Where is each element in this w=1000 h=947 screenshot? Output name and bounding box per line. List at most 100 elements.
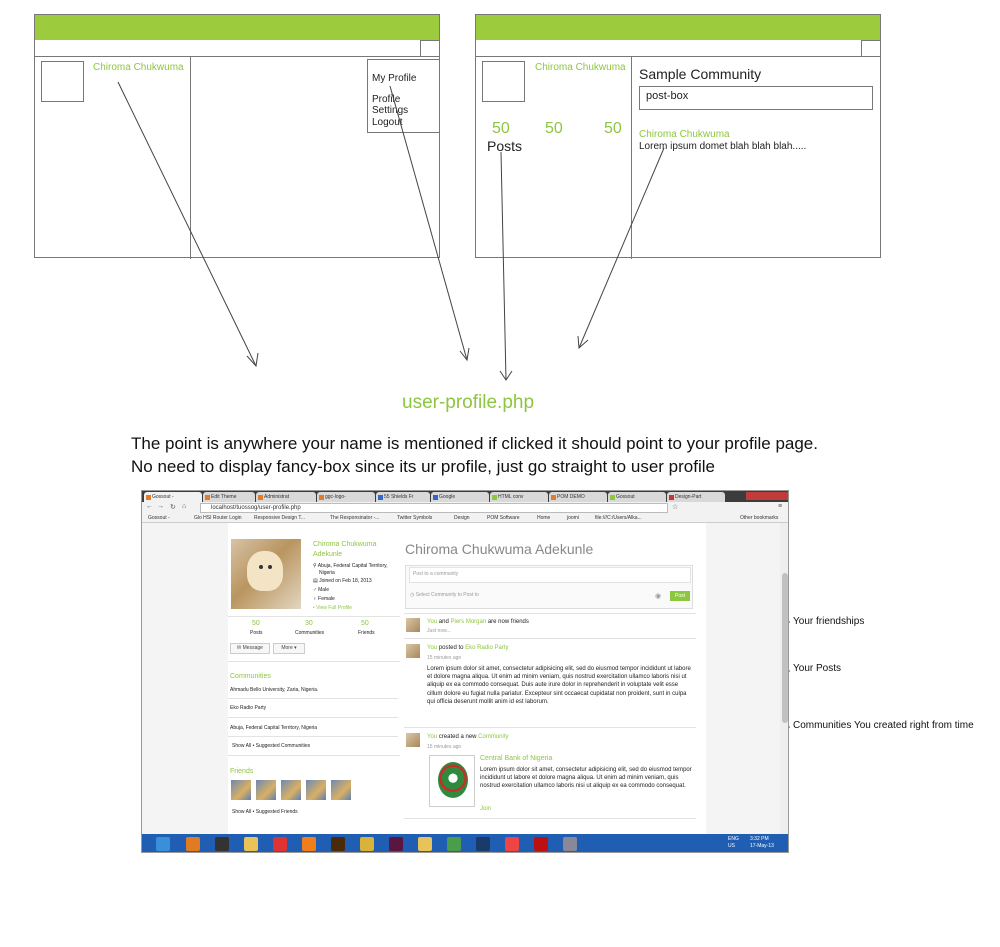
stat-communities-value[interactable]: 30	[305, 620, 313, 627]
friend-avatar[interactable]	[281, 780, 301, 800]
ie-icon[interactable]	[156, 837, 170, 851]
feed-avatar[interactable]	[406, 733, 420, 747]
network-icon[interactable]	[447, 837, 461, 851]
tab-edit-theme[interactable]: Edit Theme	[203, 492, 255, 502]
page-icon	[205, 495, 210, 500]
post-input[interactable]: Post to a community	[409, 567, 691, 583]
more-button[interactable]: More ▾	[273, 643, 305, 654]
you-link[interactable]: You	[427, 619, 437, 625]
bookmark-item[interactable]: The Responsinator -...	[330, 515, 379, 521]
scrollbar-thumb[interactable]	[782, 573, 788, 723]
bookmark-item[interactable]: Twitter Symbols	[397, 515, 432, 521]
bookmark-item[interactable]: POM Software	[487, 515, 520, 521]
bookmark-item[interactable]: Gossout -	[148, 515, 170, 521]
stat-posts-label[interactable]: Posts	[250, 630, 263, 636]
friends-links[interactable]: Show All • Suggested Friends	[232, 809, 298, 815]
label-posts: Your Posts	[793, 663, 841, 674]
community-logo[interactable]	[429, 755, 475, 807]
url-input[interactable]: localhost/tuossog/user-profile.php	[200, 503, 668, 513]
profile-name-line2[interactable]: Adekunle	[313, 551, 342, 558]
back-icon[interactable]: ←	[146, 503, 153, 510]
community-link[interactable]: Community	[478, 734, 508, 740]
join-link[interactable]: Join	[480, 806, 491, 812]
select-community-dropdown[interactable]: ◷ Select Community to Post to	[410, 592, 479, 598]
bookmark-item[interactable]: Glo HSI Router Login	[194, 515, 242, 521]
post-button[interactable]: Post	[670, 591, 690, 601]
friend-avatar[interactable]	[256, 780, 276, 800]
friend-avatar[interactable]	[306, 780, 326, 800]
tab-google[interactable]: Google	[431, 492, 489, 502]
page-icon	[492, 495, 497, 500]
community-item[interactable]: Ahmadu Bello University, Zaria, Nigeria.	[230, 687, 318, 693]
bookmark-item[interactable]: joomi	[567, 515, 579, 521]
feed-avatar[interactable]	[406, 644, 420, 658]
tab-shields[interactable]: 55 Shields Fr	[376, 492, 430, 502]
divider	[228, 698, 398, 699]
bookmark-item[interactable]: Responsive Design T...	[254, 515, 305, 521]
community-description: Lorem ipsum dolor sit amet, consectetur …	[480, 767, 692, 790]
cmd-icon[interactable]	[215, 837, 229, 851]
acrobat-icon[interactable]	[534, 837, 548, 851]
chrome-icon[interactable]	[360, 837, 374, 851]
firefox-icon[interactable]	[186, 837, 200, 851]
community-item[interactable]: Eko Radio Party	[230, 705, 266, 711]
tray-language[interactable]: ENG US	[728, 836, 739, 850]
friend-avatar[interactable]	[331, 780, 351, 800]
clock-icon: ◷	[410, 592, 415, 598]
bookmark-item[interactable]: Home	[537, 515, 550, 521]
folder-icon[interactable]	[244, 837, 258, 851]
friend-avatar[interactable]	[231, 780, 251, 800]
feed-time: 15 minutes ago	[427, 655, 462, 661]
stat-posts-value[interactable]: 50	[252, 620, 260, 627]
profile-name-line1[interactable]: Chiroma Chukwuma	[313, 541, 376, 548]
bookmark-item[interactable]: file:///C:/Users/Alka...	[595, 515, 642, 521]
gmail-icon	[669, 495, 674, 500]
forward-icon[interactable]: →	[157, 503, 164, 510]
media-icon[interactable]	[273, 837, 287, 851]
illustrator-icon[interactable]	[331, 837, 345, 851]
bullet-icon: •	[313, 605, 315, 611]
window-controls[interactable]	[746, 492, 788, 500]
friend-name-link[interactable]: Piers Morgan	[450, 619, 486, 625]
profile-photo[interactable]	[231, 539, 301, 609]
star-icon[interactable]: ☆	[672, 503, 678, 511]
profile-gender-female: ♀ Female	[313, 596, 335, 602]
label-communities: Communities You created right from time	[793, 720, 974, 731]
scrollbar[interactable]	[780, 523, 788, 834]
stat-friends-value[interactable]: 50	[361, 620, 369, 627]
bookmark-item[interactable]: Other bookmarks	[740, 515, 778, 521]
you-link[interactable]: You	[427, 734, 437, 740]
camera-icon[interactable]: ◉	[655, 592, 661, 600]
tab-gossout[interactable]: Gossout -	[144, 492, 202, 502]
bookmark-item[interactable]: Design	[454, 515, 470, 521]
message-button[interactable]: ✉ Message	[230, 643, 270, 654]
tool-icon[interactable]	[563, 837, 577, 851]
communities-links[interactable]: Show All • Suggested Communities	[232, 743, 310, 749]
tab-html-conv[interactable]: HTML conv	[490, 492, 548, 502]
community-link[interactable]: Eko Radio Party	[465, 645, 508, 651]
tab-administrator[interactable]: Administrat	[256, 492, 316, 502]
tab-pom-demo[interactable]: POM DEMO	[549, 492, 607, 502]
home-icon[interactable]: ⌂	[182, 503, 186, 510]
page-icon	[319, 495, 324, 500]
stat-friends-label[interactable]: Friends	[358, 630, 375, 636]
you-link[interactable]: You	[427, 645, 437, 651]
indesign-icon[interactable]	[389, 837, 403, 851]
xampp-icon[interactable]	[302, 837, 316, 851]
community-item[interactable]: Abuja, Federal Capital Territory, Nigeri…	[230, 725, 317, 731]
stat-communities-label[interactable]: Communities	[295, 630, 324, 636]
community-name[interactable]: Central Bank of Nigeria	[480, 755, 552, 762]
menu-icon[interactable]: ≡	[778, 503, 782, 510]
photoshop-icon[interactable]	[476, 837, 490, 851]
reload-icon[interactable]: ↻	[170, 503, 176, 511]
note-line-2: No need to display fancy-box since its u…	[131, 457, 715, 476]
folder-icon[interactable]	[418, 837, 432, 851]
feed-heading: Chiroma Chukwuma Adekunle	[405, 541, 594, 557]
view-full-profile-link[interactable]: • View Full Profile	[313, 605, 352, 611]
tab-design-part[interactable]: Design-Part	[667, 492, 725, 502]
tray-clock[interactable]: 3:32 PM 17-May-13	[750, 836, 774, 850]
feed-avatar[interactable]	[406, 618, 420, 632]
tab-ggc-logo[interactable]: ggc-logo-	[317, 492, 375, 502]
office-icon[interactable]	[505, 837, 519, 851]
tab-gossout-2[interactable]: Gossout	[608, 492, 666, 502]
